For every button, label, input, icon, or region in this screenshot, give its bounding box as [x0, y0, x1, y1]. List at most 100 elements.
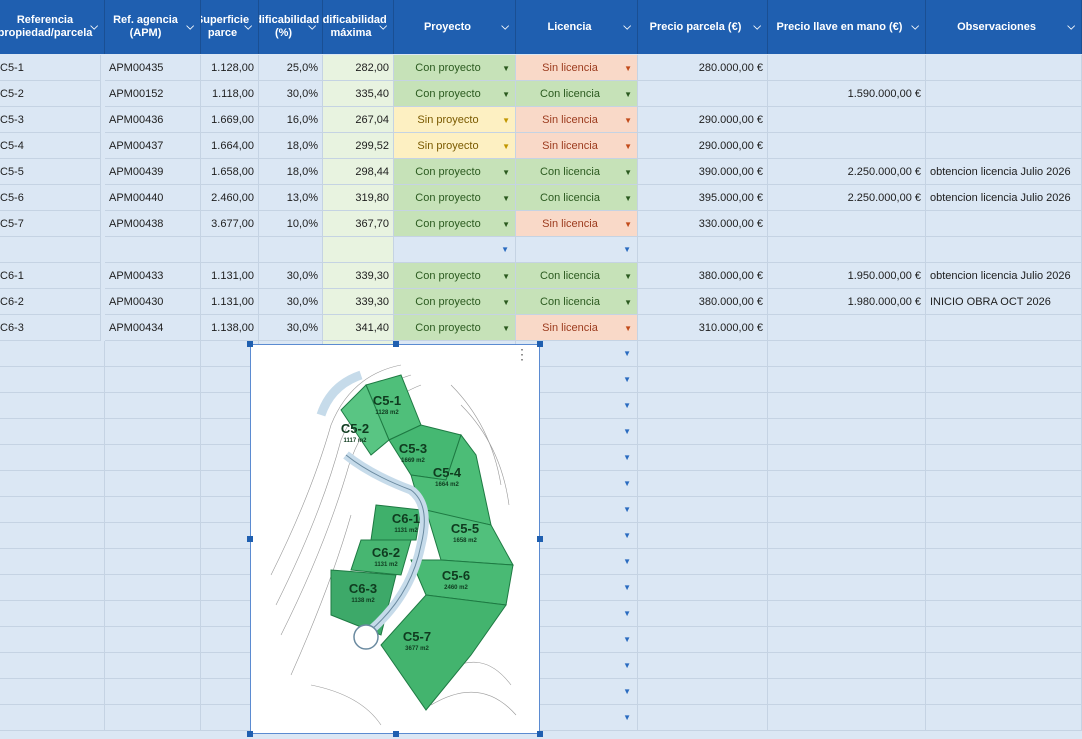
cell-llave[interactable]: 2.250.000,00 € — [768, 185, 926, 211]
dropdown-arrow-icon[interactable]: ▼ — [623, 375, 631, 384]
empty-cell[interactable] — [926, 497, 1082, 523]
empty-cell[interactable] — [926, 341, 1082, 367]
empty-cell[interactable] — [768, 627, 926, 653]
cell-licencia[interactable]: Sin licencia ▼ — [516, 107, 638, 133]
proyecto-dropdown[interactable]: Sin proyecto ▼ — [394, 133, 515, 158]
cell-ref[interactable]: C5-3 — [0, 107, 101, 133]
empty-cell[interactable] — [638, 367, 768, 393]
cell-apm[interactable]: APM00435 — [105, 55, 201, 81]
cell-edif[interactable]: 18,0% — [259, 159, 323, 185]
proyecto-dropdown[interactable]: Con proyecto ▼ — [394, 263, 515, 288]
empty-cell[interactable] — [105, 523, 201, 549]
empty-cell[interactable] — [926, 419, 1082, 445]
chevron-down-icon[interactable]: ⌵ — [501, 21, 509, 34]
empty-cell[interactable] — [768, 679, 926, 705]
dropdown-arrow-icon[interactable]: ▼ — [623, 635, 631, 644]
cell-ref[interactable]: C5-5 — [0, 159, 101, 185]
cell-precio[interactable]: 290.000,00 € — [638, 133, 768, 159]
cell-licencia[interactable]: ▼ — [516, 237, 638, 263]
cell-apm[interactable] — [105, 237, 201, 263]
dropdown-arrow-icon[interactable]: ▼ — [623, 557, 631, 566]
empty-cell[interactable] — [0, 497, 105, 523]
empty-cell[interactable] — [105, 393, 201, 419]
empty-cell[interactable] — [105, 497, 201, 523]
empty-cell[interactable] — [768, 601, 926, 627]
empty-cell[interactable] — [105, 471, 201, 497]
chevron-down-icon[interactable]: ⌵ — [379, 21, 387, 34]
header-observaciones[interactable]: Observaciones ⌵ — [926, 0, 1082, 54]
dropdown-arrow-icon[interactable]: ▼ — [623, 687, 631, 696]
cell-apm[interactable]: APM00438 — [105, 211, 201, 237]
dropdown-arrow-icon[interactable]: ▼ — [502, 220, 510, 229]
header-edif-maxima[interactable]: Edificabilidad máxima ⌵ — [323, 0, 394, 54]
empty-cell[interactable] — [0, 679, 105, 705]
dropdown-arrow-icon[interactable]: ▼ — [502, 298, 510, 307]
resize-handle[interactable] — [247, 731, 253, 737]
cell-edif[interactable]: 30,0% — [259, 315, 323, 341]
empty-cell[interactable] — [768, 341, 926, 367]
empty-cell[interactable] — [105, 679, 201, 705]
empty-cell[interactable] — [105, 549, 201, 575]
cell-proyecto[interactable]: Con proyecto ▼ — [394, 55, 516, 81]
empty-cell[interactable] — [768, 393, 926, 419]
dropdown-arrow-icon[interactable]: ▼ — [623, 583, 631, 592]
header-edificabilidad[interactable]: Edificabilidad (%) ⌵ — [259, 0, 323, 54]
cell-proyecto[interactable]: ▼ — [394, 237, 516, 263]
header-precio-parcela[interactable]: Precio parcela (€) ⌵ — [638, 0, 768, 54]
empty-cell[interactable] — [0, 393, 105, 419]
cell-licencia[interactable]: Sin licencia ▼ — [516, 315, 638, 341]
cell-ref[interactable] — [0, 237, 101, 263]
dropdown-arrow-icon[interactable]: ▼ — [623, 713, 631, 722]
dropdown-arrow-icon[interactable]: ▼ — [624, 64, 632, 73]
cell-precio[interactable]: 380.000,00 € — [638, 289, 768, 315]
chevron-down-icon[interactable]: ⌵ — [911, 21, 919, 34]
header-referencia[interactable]: Referencia propiedad/parcela ⌵ — [0, 0, 105, 54]
licencia-dropdown[interactable]: Con licencia ▼ — [516, 263, 637, 288]
empty-cell[interactable] — [0, 471, 105, 497]
cell-apm[interactable]: APM00434 — [105, 315, 201, 341]
empty-cell[interactable] — [638, 497, 768, 523]
cell-sup[interactable]: 1.131,00 — [201, 289, 259, 315]
dropdown-arrow-icon[interactable]: ▼ — [502, 194, 510, 203]
dropdown-arrow-icon[interactable]: ▼ — [502, 116, 510, 125]
cell-max[interactable]: 299,52 — [323, 133, 394, 159]
dropdown-arrow-icon[interactable]: ▼ — [502, 142, 510, 151]
cell-apm[interactable]: APM00152 — [105, 81, 201, 107]
cell-licencia[interactable]: Con licencia ▼ — [516, 81, 638, 107]
dropdown-arrow-icon[interactable]: ▼ — [502, 168, 510, 177]
cell-edif[interactable]: 30,0% — [259, 289, 323, 315]
dropdown-arrow-icon[interactable]: ▼ — [624, 168, 632, 177]
empty-cell[interactable] — [768, 419, 926, 445]
licencia-dropdown[interactable]: Sin licencia ▼ — [516, 107, 637, 132]
dropdown-arrow-icon[interactable]: ▼ — [502, 64, 510, 73]
cell-ref[interactable]: C6-2 — [0, 289, 101, 315]
empty-cell[interactable] — [768, 471, 926, 497]
dropdown-arrow-icon[interactable]: ▼ — [624, 220, 632, 229]
empty-cell[interactable] — [926, 601, 1082, 627]
empty-cell[interactable] — [638, 523, 768, 549]
cell-obs[interactable] — [926, 315, 1082, 341]
cell-apm[interactable]: APM00436 — [105, 107, 201, 133]
dropdown-arrow-icon[interactable]: ▼ — [623, 401, 631, 410]
empty-cell[interactable] — [105, 627, 201, 653]
empty-cell[interactable] — [0, 549, 105, 575]
cell-ref[interactable]: C5-6 — [0, 185, 101, 211]
cell-ref[interactable]: C6-3 — [0, 315, 101, 341]
dropdown-arrow-icon[interactable]: ▼ — [623, 661, 631, 670]
cell-proyecto[interactable]: Con proyecto ▼ — [394, 185, 516, 211]
cell-llave[interactable] — [768, 237, 926, 263]
dropdown-arrow-icon[interactable]: ▼ — [624, 298, 632, 307]
cell-licencia[interactable]: Con licencia ▼ — [516, 185, 638, 211]
proyecto-dropdown[interactable]: Con proyecto ▼ — [394, 211, 515, 236]
chevron-down-icon[interactable]: ⌵ — [623, 21, 631, 34]
empty-cell[interactable] — [638, 679, 768, 705]
proyecto-dropdown[interactable]: Con proyecto ▼ — [394, 315, 515, 340]
cell-precio[interactable]: 380.000,00 € — [638, 263, 768, 289]
empty-cell[interactable] — [638, 575, 768, 601]
empty-cell[interactable] — [638, 705, 768, 731]
empty-cell[interactable] — [105, 419, 201, 445]
cell-precio[interactable] — [638, 81, 768, 107]
cell-sup[interactable]: 1.658,00 — [201, 159, 259, 185]
cell-proyecto[interactable]: Con proyecto ▼ — [394, 81, 516, 107]
cell-ref[interactable]: C6-1 — [0, 263, 101, 289]
